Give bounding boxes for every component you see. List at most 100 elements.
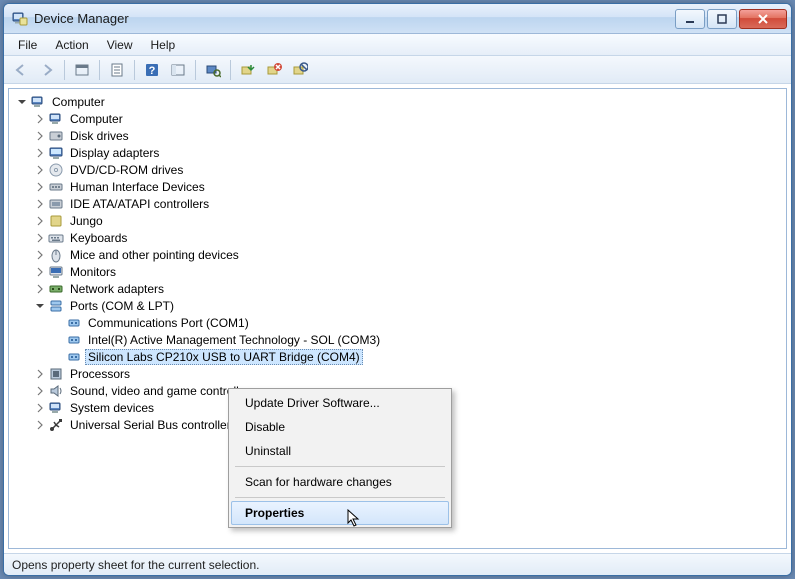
tree-item[interactable]: Mice and other pointing devices xyxy=(31,246,784,263)
svg-text:?: ? xyxy=(149,65,156,77)
expand-arrow-icon[interactable] xyxy=(33,112,47,126)
expand-arrow-icon[interactable] xyxy=(33,146,47,160)
tree-item-label: Intel(R) Active Management Technology - … xyxy=(85,332,383,348)
tree-item[interactable]: Communications Port (COM1) xyxy=(49,314,784,331)
help-button[interactable]: ? xyxy=(141,59,163,81)
tree-item[interactable]: Disk drives xyxy=(31,127,784,144)
device-tree[interactable]: Computer ComputerDisk drivesDisplay adap… xyxy=(11,93,784,433)
tree-item-label: Ports (COM & LPT) xyxy=(67,298,177,314)
expand-arrow-icon[interactable] xyxy=(33,367,47,381)
expand-arrow-icon[interactable] xyxy=(33,231,47,245)
tree-item[interactable]: Monitors xyxy=(31,263,784,280)
display-icon xyxy=(48,145,64,161)
uninstall-button[interactable] xyxy=(263,59,285,81)
ide-icon xyxy=(48,196,64,212)
update-driver-button[interactable] xyxy=(237,59,259,81)
show-hidden-button[interactable] xyxy=(71,59,93,81)
properties-button[interactable] xyxy=(106,59,128,81)
maximize-button[interactable] xyxy=(707,9,737,29)
close-button[interactable] xyxy=(739,9,787,29)
app-icon xyxy=(12,11,28,27)
cm-uninstall[interactable]: Uninstall xyxy=(231,439,449,463)
minimize-button[interactable] xyxy=(675,9,705,29)
menu-action[interactable]: Action xyxy=(47,36,96,54)
monitor-icon xyxy=(48,264,64,280)
expand-arrow-icon[interactable] xyxy=(33,418,47,432)
cm-update-driver[interactable]: Update Driver Software... xyxy=(231,391,449,415)
mouse-icon xyxy=(48,247,64,263)
tree-item[interactable]: Network adapters xyxy=(31,280,784,297)
forward-button xyxy=(36,59,58,81)
expand-arrow-icon[interactable] xyxy=(33,197,47,211)
port-icon xyxy=(66,332,82,348)
tree-item[interactable]: Silicon Labs CP210x USB to UART Bridge (… xyxy=(49,348,784,365)
disable-button[interactable] xyxy=(289,59,311,81)
cpu-icon xyxy=(48,366,64,382)
cm-separator xyxy=(235,466,445,467)
expand-arrow-icon[interactable] xyxy=(33,129,47,143)
expand-arrow-icon[interactable] xyxy=(33,248,47,262)
scan-hardware-button[interactable] xyxy=(202,59,224,81)
menu-help[interactable]: Help xyxy=(143,36,184,54)
expand-arrow-icon[interactable] xyxy=(33,401,47,415)
port-icon xyxy=(66,349,82,365)
cm-separator xyxy=(235,497,445,498)
window-title: Device Manager xyxy=(34,11,675,26)
context-menu[interactable]: Update Driver Software... Disable Uninst… xyxy=(228,388,452,528)
tree-item[interactable]: Jungo xyxy=(31,212,784,229)
menu-view[interactable]: View xyxy=(99,36,141,54)
tree-item-label: Disk drives xyxy=(67,128,132,144)
expand-arrow-icon[interactable] xyxy=(33,265,47,279)
toolbar: ? xyxy=(4,56,791,84)
collapse-arrow-icon[interactable] xyxy=(33,299,47,313)
console-tree-button[interactable] xyxy=(167,59,189,81)
tree-item-label: Monitors xyxy=(67,264,119,280)
expand-arrow-icon[interactable] xyxy=(33,384,47,398)
hid-icon xyxy=(48,179,64,195)
tree-root[interactable]: Computer xyxy=(13,93,784,110)
tree-item-label: Network adapters xyxy=(67,281,167,297)
tree-item-label: Mice and other pointing devices xyxy=(67,247,242,263)
tree-item[interactable]: Display adapters xyxy=(31,144,784,161)
tree-item-label: Silicon Labs CP210x USB to UART Bridge (… xyxy=(85,349,363,365)
tree-item-label: IDE ATA/ATAPI controllers xyxy=(67,196,212,212)
titlebar: Device Manager xyxy=(4,4,791,34)
tree-item-label: Processors xyxy=(67,366,133,382)
menubar: File Action View Help xyxy=(4,34,791,56)
tree-item-label: Communications Port (COM1) xyxy=(85,315,252,331)
tree-item-label: Display adapters xyxy=(67,145,162,161)
statusbar-text: Opens property sheet for the current sel… xyxy=(12,558,259,572)
ports-icon xyxy=(48,298,64,314)
tree-item-label: DVD/CD-ROM drives xyxy=(67,162,186,178)
tree-item-label: Human Interface Devices xyxy=(67,179,208,195)
tree-item[interactable]: Ports (COM & LPT) xyxy=(31,297,784,314)
tree-item-label: Computer xyxy=(67,111,126,127)
disk-icon xyxy=(48,128,64,144)
jungo-icon xyxy=(48,213,64,229)
tree-item[interactable]: Human Interface Devices xyxy=(31,178,784,195)
tree-item[interactable]: Keyboards xyxy=(31,229,784,246)
cm-scan-hardware[interactable]: Scan for hardware changes xyxy=(231,470,449,494)
dvd-icon xyxy=(48,162,64,178)
statusbar: Opens property sheet for the current sel… xyxy=(4,553,791,575)
tree-item-label: Jungo xyxy=(67,213,106,229)
tree-item[interactable]: Computer xyxy=(31,110,784,127)
cm-properties[interactable]: Properties xyxy=(231,501,449,525)
expand-arrow-icon[interactable] xyxy=(33,214,47,228)
tree-item[interactable]: IDE ATA/ATAPI controllers xyxy=(31,195,784,212)
collapse-arrow-icon[interactable] xyxy=(15,95,29,109)
expand-arrow-icon[interactable] xyxy=(33,180,47,194)
network-icon xyxy=(48,281,64,297)
tree-item[interactable]: Intel(R) Active Management Technology - … xyxy=(49,331,784,348)
expand-arrow-icon[interactable] xyxy=(33,282,47,296)
cm-disable[interactable]: Disable xyxy=(231,415,449,439)
sound-icon xyxy=(48,383,64,399)
tree-item[interactable]: Processors xyxy=(31,365,784,382)
port-icon xyxy=(66,315,82,331)
tree-item[interactable]: DVD/CD-ROM drives xyxy=(31,161,784,178)
tree-item-label: Universal Serial Bus controllers xyxy=(67,417,240,433)
menu-file[interactable]: File xyxy=(10,36,45,54)
usb-icon xyxy=(48,417,64,433)
computer-icon xyxy=(48,111,64,127)
expand-arrow-icon[interactable] xyxy=(33,163,47,177)
